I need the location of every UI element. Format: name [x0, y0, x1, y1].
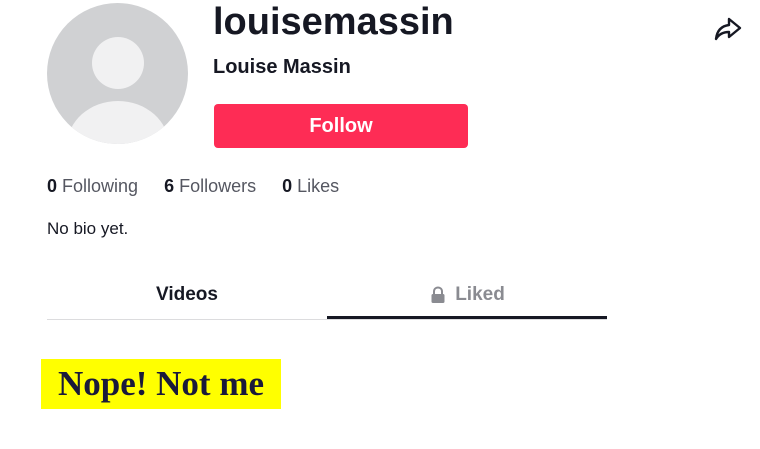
username: louisemassin [213, 1, 454, 43]
profile-stats: 0 Following 6 Followers 0 Likes [47, 175, 365, 197]
avatar[interactable] [47, 3, 188, 144]
bio-text: No bio yet. [47, 219, 129, 238]
stat-likes-label: Likes [297, 176, 340, 196]
active-tab-indicator [327, 316, 607, 319]
tab-videos-label: Videos [156, 284, 218, 305]
stat-followers-label: Followers [179, 176, 257, 196]
tab-videos[interactable]: Videos [47, 272, 327, 318]
stat-following[interactable]: 0 Following [47, 175, 138, 197]
stat-likes-count: 0 [282, 176, 293, 196]
stat-following-count: 0 [47, 176, 58, 196]
tab-liked-label: Liked [455, 284, 505, 305]
stat-likes: 0 Likes [282, 175, 339, 197]
stat-followers[interactable]: 6 Followers [164, 175, 256, 197]
overlay-caption: Nope! Not me [41, 359, 281, 409]
stat-followers-count: 6 [164, 176, 175, 196]
follow-button[interactable]: Follow [214, 104, 468, 148]
profile-tabs: Videos Liked [47, 272, 607, 320]
tab-liked[interactable]: Liked [327, 272, 607, 318]
avatar-head-shape [92, 37, 144, 89]
share-arrow-icon[interactable] [714, 15, 742, 43]
display-name: Louise Massin [213, 56, 351, 78]
stat-following-label: Following [62, 176, 139, 196]
avatar-body-shape [67, 101, 169, 144]
lock-icon [431, 286, 445, 303]
